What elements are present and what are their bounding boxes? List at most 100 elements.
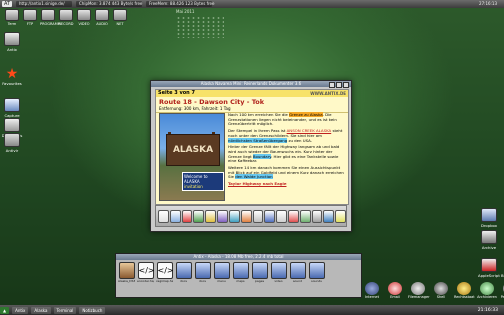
page-icon[interactable] bbox=[276, 209, 287, 223]
minimize-button[interactable] bbox=[329, 82, 335, 88]
chipmon-status: ChipMon: 3.874 443 Byte/s free bbox=[76, 1, 142, 7]
launcher-item[interactable]: AUDIO bbox=[94, 9, 110, 26]
program-icon bbox=[41, 9, 55, 21]
dock-label: Internet bbox=[365, 295, 379, 299]
dock-item[interactable]: Email bbox=[385, 282, 405, 299]
antix-logo-icon[interactable]: AT bbox=[2, 1, 12, 7]
file-item[interactable]: </> xsgimap.hap bbox=[156, 262, 174, 283]
sound-icon[interactable] bbox=[240, 209, 252, 223]
folder-icon bbox=[308, 262, 325, 279]
star-icon[interactable] bbox=[335, 209, 346, 223]
file-label: menu bbox=[217, 279, 226, 283]
link-taylor-highway[interactable]: Taylor Highway nach Eagle bbox=[228, 181, 286, 186]
info-icon[interactable] bbox=[264, 209, 276, 223]
star-icon: ★ bbox=[5, 66, 19, 82]
dock-item[interactable]: Archivieren bbox=[477, 282, 497, 299]
top-panel: AT http://antix1.sinige.de/ ChipMon: 3.8… bbox=[0, 0, 504, 8]
net-icon bbox=[113, 9, 127, 21]
taskbar-item[interactable]: Antix bbox=[12, 306, 29, 314]
desktop-label: Antix bbox=[7, 47, 17, 52]
welcome-overlay[interactable]: Welcome to ALASKA invitation bbox=[182, 172, 224, 191]
file-item[interactable]: menu bbox=[213, 262, 230, 283]
launcher-item[interactable]: RECORD bbox=[58, 9, 74, 26]
window-title: Alaska Navarea Mini: Reinerlands Dokumen… bbox=[200, 81, 302, 86]
globe-icon bbox=[365, 282, 379, 295]
window-toolbar bbox=[155, 205, 347, 227]
next-icon[interactable] bbox=[299, 209, 311, 223]
launcher-item[interactable]: FTP bbox=[22, 9, 38, 26]
back-icon[interactable] bbox=[169, 209, 181, 223]
settings-icon[interactable] bbox=[311, 209, 323, 223]
file-label: xsgimap.hap bbox=[156, 279, 173, 283]
file-manager-window[interactable]: Antix - Alaska - 18.08 Mb free, 2.2.4 mb… bbox=[115, 253, 362, 298]
forward-icon[interactable] bbox=[193, 209, 205, 223]
book-icon bbox=[481, 258, 497, 272]
file-item[interactable]: docs bbox=[175, 262, 192, 283]
taskbar-item[interactable]: Terminal bbox=[53, 306, 77, 314]
home-icon[interactable] bbox=[158, 209, 169, 223]
taskbar-item[interactable]: Alaska bbox=[31, 306, 51, 314]
file-label: maps bbox=[236, 279, 245, 283]
dock-item[interactable]: Shell bbox=[431, 282, 451, 299]
help-icon[interactable] bbox=[323, 209, 335, 223]
url-field[interactable]: http://antix1.sinige.de/ bbox=[16, 1, 72, 7]
file-item[interactable]: docs bbox=[194, 262, 211, 283]
file-item[interactable]: Alaska_DS3_Bw bbox=[118, 262, 135, 283]
file-item[interactable]: maps bbox=[232, 262, 249, 283]
launcher-label: PROGRAMM bbox=[40, 22, 61, 26]
video-icon bbox=[77, 9, 91, 21]
dock-item[interactable]: Rechtsstaat bbox=[454, 282, 475, 299]
guide-page: Seite 3 von 7 WWW.ANTIX.DE Route 18 - Da… bbox=[155, 89, 349, 205]
guide-window[interactable]: Alaska Navarea Mini: Reinerlands Dokumen… bbox=[150, 80, 352, 232]
file-item[interactable]: </> encoder.hap bbox=[137, 262, 155, 283]
paragraph: Weitere 14 km danach kommen Sie einen Au… bbox=[228, 165, 344, 180]
highlight-junction[interactable]: den Walde Junction bbox=[235, 174, 273, 180]
file-item[interactable]: sound bbox=[289, 262, 306, 283]
audio-icon bbox=[95, 9, 109, 21]
desktop-icon[interactable]: Antivir bbox=[1, 133, 23, 153]
launcher-item[interactable]: VIDEO bbox=[76, 9, 92, 26]
file-item[interactable]: pages bbox=[251, 262, 268, 283]
dock-item[interactable]: Filemanager bbox=[408, 282, 430, 299]
capture-icon bbox=[4, 98, 20, 112]
desktop-icon[interactable]: AppleScript Book bbox=[478, 258, 504, 278]
launcher-label: VIDEO bbox=[78, 22, 90, 26]
page-brand[interactable]: WWW.ANTIX.DE bbox=[310, 90, 346, 97]
start-button[interactable]: ▲ bbox=[0, 306, 10, 314]
desktop-icon[interactable]: Antix bbox=[1, 32, 23, 52]
photo-icon[interactable] bbox=[228, 209, 240, 223]
file-window-titlebar[interactable]: Antix - Alaska - 18.08 Mb free, 2.2.4 mb… bbox=[116, 254, 361, 260]
dock-item[interactable]: Papierkorb bbox=[500, 282, 504, 299]
dock-label: Papierkorb bbox=[500, 295, 504, 299]
dock-item[interactable]: Internet bbox=[362, 282, 382, 299]
window-titlebar[interactable]: Alaska Navarea Mini: Reinerlands Dokumen… bbox=[151, 81, 351, 88]
close-button[interactable] bbox=[343, 82, 349, 88]
dock-label: Filemanager bbox=[408, 295, 430, 299]
launcher-item[interactable]: Term bbox=[4, 9, 20, 26]
paragraph: Der Stempel in Ihrem Pass ist ANSON CREE… bbox=[228, 128, 343, 143]
download-icon bbox=[4, 118, 20, 132]
launcher-item[interactable]: PROGRAMM bbox=[40, 9, 61, 26]
launcher-item[interactable]: NET bbox=[112, 9, 128, 26]
desktop-icon[interactable]: Dropbox bbox=[478, 208, 500, 228]
maximize-button[interactable] bbox=[336, 82, 342, 88]
overlay-link[interactable]: invitation bbox=[184, 184, 222, 189]
archivieren-icon bbox=[480, 282, 494, 295]
highlight-crossing[interactable]: nördlichsten Straßenübergang bbox=[228, 137, 288, 143]
taskbar-clock: 21:16:33 bbox=[477, 307, 498, 313]
desktop-icon[interactable]: Capture bbox=[1, 98, 23, 118]
print-icon[interactable] bbox=[252, 209, 264, 223]
file-item[interactable]: sounds bbox=[308, 262, 325, 283]
desktop-icon[interactable]: ★ Favourites bbox=[1, 66, 23, 86]
file-window-title: Antix - Alaska - 18.08 Mb free, 2.2.4 mb… bbox=[193, 254, 284, 259]
desktop-icon[interactable]: Archive bbox=[478, 230, 500, 250]
file-item[interactable]: video bbox=[270, 262, 287, 283]
alaska-sign: ALASKA bbox=[166, 134, 220, 166]
filemanager-icon bbox=[411, 282, 425, 295]
bookmark-icon[interactable] bbox=[205, 209, 217, 223]
map-icon[interactable] bbox=[217, 209, 228, 223]
taskbar-item[interactable]: Notizbuch bbox=[79, 306, 106, 314]
stop-icon[interactable] bbox=[181, 209, 193, 223]
dock-label: Email bbox=[390, 295, 400, 299]
close-icon[interactable] bbox=[287, 209, 299, 223]
